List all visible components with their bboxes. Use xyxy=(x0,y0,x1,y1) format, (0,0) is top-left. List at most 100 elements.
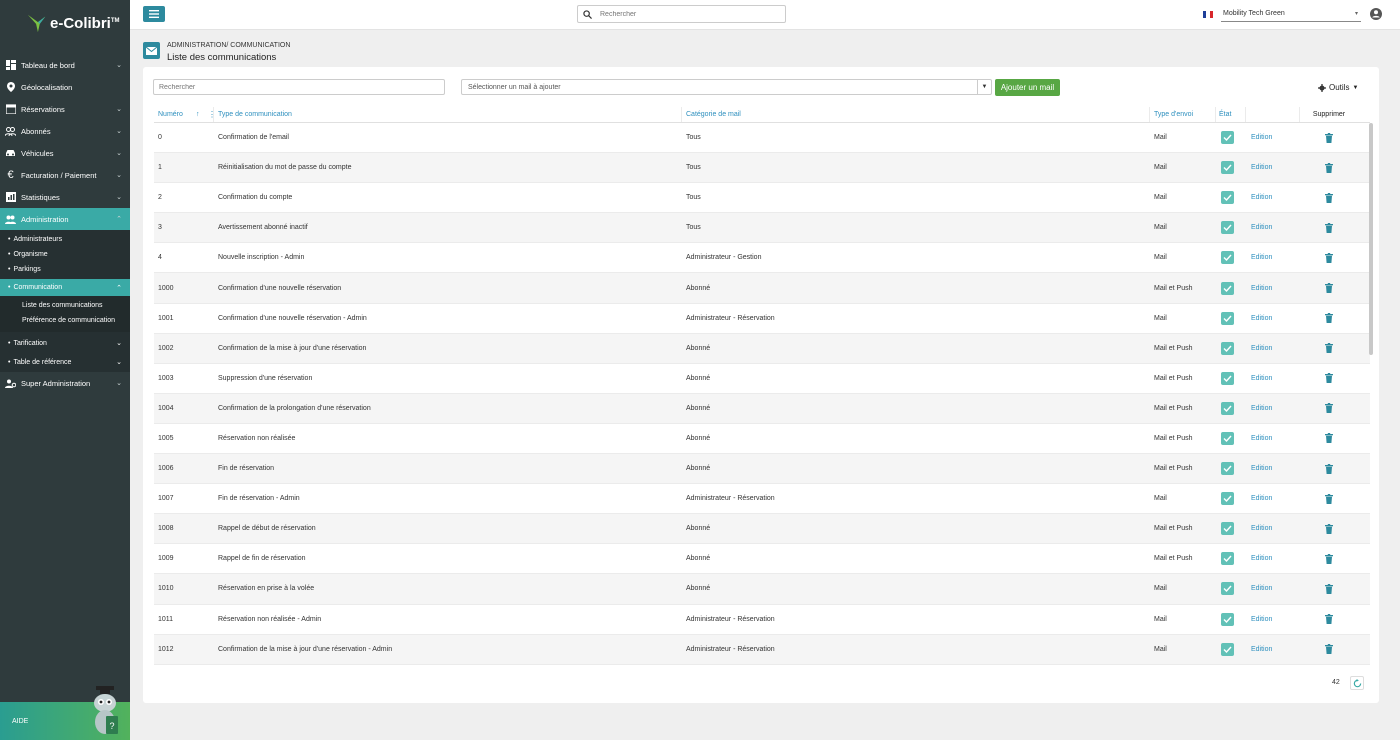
sidebar-subitem-administrators[interactable]: Administrateurs xyxy=(0,232,130,247)
chevron-down-icon: ⌄ xyxy=(116,194,122,201)
cell-state xyxy=(1216,213,1246,242)
sidebar-subitem-parkings[interactable]: Parkings xyxy=(0,262,130,277)
column-header-number[interactable]: Numéro xyxy=(154,107,214,122)
table-search-input[interactable] xyxy=(153,79,445,95)
trash-icon[interactable] xyxy=(1325,403,1333,414)
sidebar-item-subscribers[interactable]: Abonnés ⌄ xyxy=(0,120,130,142)
sidebar-item-billing[interactable]: € Facturation / Paiement ⌄ xyxy=(0,164,130,186)
sidebar-item-administration[interactable]: Administration ⌃ xyxy=(0,208,130,230)
edit-link[interactable]: Edition xyxy=(1250,254,1272,261)
state-checkbox[interactable] xyxy=(1221,161,1234,175)
state-checkbox[interactable] xyxy=(1221,431,1234,445)
trash-icon[interactable] xyxy=(1325,313,1333,324)
sidebar-subitem-reference-table[interactable]: Table de référence ⌄ xyxy=(0,353,130,372)
bar-chart-icon xyxy=(5,192,16,203)
edit-link[interactable]: Edition xyxy=(1250,194,1272,201)
help-button[interactable]: AIDE ? xyxy=(0,686,130,740)
trash-icon[interactable] xyxy=(1325,252,1333,263)
trash-icon[interactable] xyxy=(1325,222,1333,233)
edit-link[interactable]: Edition xyxy=(1250,405,1272,412)
sidebar-item-label: Géolocalisation xyxy=(21,82,73,92)
trash-icon[interactable] xyxy=(1325,132,1333,143)
edit-link[interactable]: Edition xyxy=(1250,585,1272,592)
trash-icon[interactable] xyxy=(1325,433,1333,444)
sidebar-subitem-pricing[interactable]: Tarification ⌄ xyxy=(0,334,130,353)
state-checkbox[interactable] xyxy=(1221,311,1234,325)
column-header-send-type[interactable]: Type d'envoi xyxy=(1150,107,1216,122)
edit-link[interactable]: Edition xyxy=(1250,315,1272,322)
edit-link[interactable]: Edition xyxy=(1250,435,1272,442)
sidebar-subsubitem-communications-list[interactable]: Liste des communications xyxy=(0,298,130,313)
sidebar-subitem-communication[interactable]: Communication ⌃ xyxy=(0,279,130,296)
edit-link[interactable]: Edition xyxy=(1250,495,1272,502)
state-checkbox[interactable] xyxy=(1221,492,1234,506)
refresh-button[interactable] xyxy=(1350,676,1364,690)
table-row: 1009 Rappel de fin de réservation Abonné Ma… xyxy=(154,544,1370,575)
sort-ascending-icon[interactable]: ↑ xyxy=(196,111,200,118)
edit-link[interactable]: Edition xyxy=(1250,134,1272,141)
cell-edit: Edition xyxy=(1246,123,1300,152)
column-menu-icon[interactable]: ⋮ xyxy=(208,110,216,119)
sidebar-item-geolocation[interactable]: Géolocalisation xyxy=(0,76,130,98)
sidebar-item-super-administration[interactable]: Super Administration ⌄ xyxy=(0,372,130,394)
sidebar-item-dashboard[interactable]: Tableau de bord ⌄ xyxy=(0,54,130,76)
sidebar-subsubitem-communication-preference[interactable]: Préférence de communication xyxy=(0,313,130,328)
state-checkbox[interactable] xyxy=(1221,582,1234,596)
edit-link[interactable]: Edition xyxy=(1250,164,1272,171)
trash-icon[interactable] xyxy=(1325,644,1333,655)
trash-icon[interactable] xyxy=(1325,583,1333,594)
trash-icon[interactable] xyxy=(1325,523,1333,534)
state-checkbox[interactable] xyxy=(1221,371,1234,385)
sidebar-item-label: Super Administration xyxy=(21,378,91,388)
state-checkbox[interactable] xyxy=(1221,642,1234,656)
hamburger-menu-button[interactable] xyxy=(143,6,165,22)
sidebar-item-statistics[interactable]: Statistiques ⌄ xyxy=(0,186,130,208)
trash-icon[interactable] xyxy=(1325,493,1333,504)
trash-icon[interactable] xyxy=(1325,192,1333,203)
sidebar-subitem-organisme[interactable]: Organisme xyxy=(0,247,130,262)
edit-link[interactable]: Edition xyxy=(1250,525,1272,532)
trash-icon[interactable] xyxy=(1325,463,1333,474)
state-checkbox[interactable] xyxy=(1221,191,1234,205)
add-mail-button[interactable]: Ajouter un mail xyxy=(995,79,1060,96)
state-checkbox[interactable] xyxy=(1221,552,1234,566)
edit-link[interactable]: Edition xyxy=(1250,345,1272,352)
sidebar-item-vehicles[interactable]: Véhicules ⌄ xyxy=(0,142,130,164)
edit-link[interactable]: Edition xyxy=(1250,646,1272,653)
trash-icon[interactable] xyxy=(1325,614,1333,625)
state-checkbox[interactable] xyxy=(1221,251,1234,265)
global-search-input[interactable] xyxy=(600,10,770,18)
column-header-mail-category[interactable]: Catégorie de mail xyxy=(682,107,1150,122)
trash-icon[interactable] xyxy=(1325,283,1333,294)
french-flag-icon[interactable] xyxy=(1203,11,1213,18)
state-checkbox[interactable] xyxy=(1221,522,1234,536)
state-checkbox[interactable] xyxy=(1221,341,1234,355)
edit-link[interactable]: Edition xyxy=(1250,285,1272,292)
state-checkbox[interactable] xyxy=(1221,612,1234,626)
organization-select[interactable]: Mobility Tech Green ▾ xyxy=(1221,6,1361,22)
state-checkbox[interactable] xyxy=(1221,221,1234,235)
mail-to-add-select[interactable]: Sélectionner un mail à ajouter ▼ xyxy=(461,79,992,95)
cell-state xyxy=(1216,424,1246,453)
app-logo[interactable]: e-ColibriTM xyxy=(0,0,130,46)
state-checkbox[interactable] xyxy=(1221,401,1234,415)
state-checkbox[interactable] xyxy=(1221,281,1234,295)
trash-icon[interactable] xyxy=(1325,162,1333,173)
table-scrollbar[interactable] xyxy=(1369,123,1373,355)
column-header-communication-type[interactable]: Type de communication xyxy=(214,107,682,122)
edit-link[interactable]: Edition xyxy=(1250,555,1272,562)
tools-dropdown-button[interactable]: Outils ▼ xyxy=(1318,80,1358,95)
edit-link[interactable]: Edition xyxy=(1250,465,1272,472)
edit-link[interactable]: Edition xyxy=(1250,616,1272,623)
trash-icon[interactable] xyxy=(1325,553,1333,564)
trash-icon[interactable] xyxy=(1325,373,1333,384)
state-checkbox[interactable] xyxy=(1221,131,1234,145)
user-account-icon[interactable] xyxy=(1370,8,1382,20)
sidebar-item-reservations[interactable]: Réservations ⌄ xyxy=(0,98,130,120)
edit-link[interactable]: Edition xyxy=(1250,224,1272,231)
edit-link[interactable]: Edition xyxy=(1250,375,1272,382)
state-checkbox[interactable] xyxy=(1221,462,1234,476)
trash-icon[interactable] xyxy=(1325,343,1333,354)
global-search[interactable] xyxy=(577,5,786,23)
column-header-state[interactable]: État xyxy=(1216,107,1246,122)
